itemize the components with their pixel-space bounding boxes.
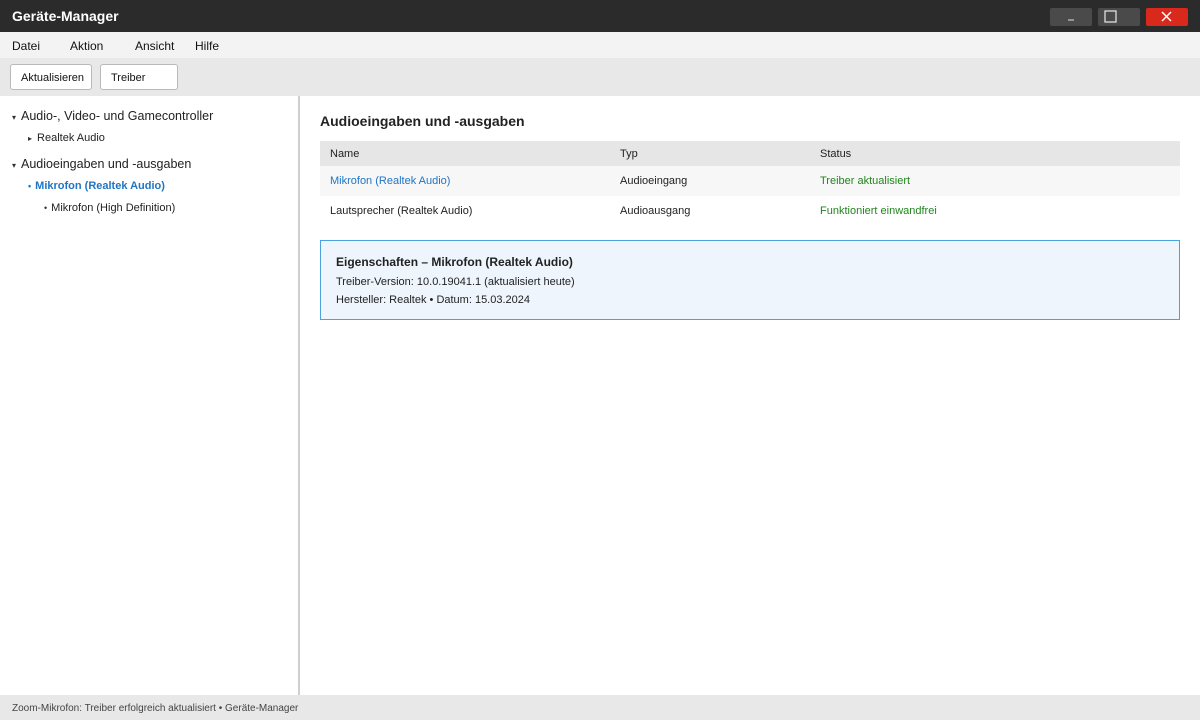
driver-version: Treiber-Version: 10.0.19041.1 (aktualisi… — [336, 276, 575, 288]
section-title: Audioeingaben und -ausgaben — [320, 113, 525, 129]
tree-item-mikrofon-hd[interactable]: • Mikrofon (High Definition) — [44, 202, 175, 214]
status-bar: Zoom-Mikrofon: Treiber erfolgreich aktua… — [0, 695, 1200, 720]
properties-title: Eigenschaften – Mikrofon (Realtek Audio) — [336, 255, 573, 269]
row-status: Treiber aktualisiert — [820, 175, 911, 187]
table-row[interactable]: Mikrofon (Realtek Audio) Audioeingang Tr… — [320, 166, 1180, 196]
tree-group-label: Audioeingaben und -ausgaben — [21, 157, 192, 171]
tree-group-audio-video[interactable]: ▾ Audio-, Video- und Gamecontroller — [12, 109, 213, 123]
row-type: Audioeingang — [620, 175, 688, 187]
maximize-icon — [1104, 10, 1117, 23]
tree-group-label: Audio-, Video- und Gamecontroller — [21, 109, 214, 123]
tree-item-label: Realtek Audio — [37, 132, 105, 144]
menu-hilfe[interactable]: Hilfe — [195, 39, 219, 53]
maximize-button[interactable] — [1098, 8, 1140, 26]
minimize-icon — [1068, 19, 1074, 21]
bullet-icon: • — [28, 181, 32, 191]
properties-panel: Eigenschaften – Mikrofon (Realtek Audio)… — [320, 240, 1180, 320]
manufacturer-date: Hersteller: Realtek • Datum: 15.03.2024 — [336, 294, 531, 306]
row-status: Funktioniert einwandfrei — [820, 205, 937, 217]
chevron-down-icon: ▾ — [12, 161, 17, 170]
row-type: Audioausgang — [620, 205, 691, 217]
tree-group-audio-io[interactable]: ▾ Audioeingaben und -ausgaben — [12, 157, 191, 171]
chevron-down-icon: ▾ — [12, 113, 17, 122]
tree-item-label: Mikrofon (High Definition) — [51, 202, 176, 214]
table-row[interactable]: Lautsprecher (Realtek Audio) Audioausgan… — [320, 196, 1180, 226]
tree-item-mikrofon-realtek[interactable]: • Mikrofon (Realtek Audio) — [28, 180, 165, 192]
column-header-name[interactable]: Name — [330, 148, 359, 160]
tree-item-label: Mikrofon (Realtek Audio) — [35, 180, 165, 192]
content-pane: Audioeingaben und -ausgaben Name Typ Sta… — [302, 96, 1200, 695]
toolbar: Aktualisieren Treiber — [0, 58, 1200, 96]
window-title: Geräte-Manager — [12, 8, 119, 24]
status-text: Zoom-Mikrofon: Treiber erfolgreich aktua… — [12, 703, 299, 714]
chevron-right-icon: ▸ — [28, 134, 33, 143]
menu-aktion[interactable]: Aktion — [70, 39, 103, 53]
row-name: Lautsprecher (Realtek Audio) — [330, 205, 473, 217]
menu-datei[interactable]: Datei — [12, 39, 40, 53]
tree-item-realtek-audio[interactable]: ▸ Realtek Audio — [28, 132, 105, 144]
device-tree: ▾ Audio-, Video- und Gamecontroller ▸ Real… — [0, 96, 300, 695]
refresh-button[interactable]: Aktualisieren — [10, 64, 92, 90]
close-icon — [1161, 11, 1172, 22]
menu-ansicht[interactable]: Ansicht — [135, 39, 174, 53]
column-header-typ[interactable]: Typ — [620, 148, 638, 160]
title-bar: Geräte-Manager — [0, 0, 1200, 32]
row-name-link[interactable]: Mikrofon (Realtek Audio) — [330, 175, 450, 187]
close-button[interactable] — [1146, 8, 1188, 26]
menu-bar: Datei Aktion Ansicht Hilfe — [0, 32, 1200, 58]
bullet-icon: • — [44, 203, 48, 213]
column-header-status[interactable]: Status — [820, 148, 851, 160]
minimize-button[interactable] — [1050, 8, 1092, 26]
driver-button[interactable]: Treiber — [100, 64, 178, 90]
table-header: Name Typ Status — [320, 141, 1180, 166]
